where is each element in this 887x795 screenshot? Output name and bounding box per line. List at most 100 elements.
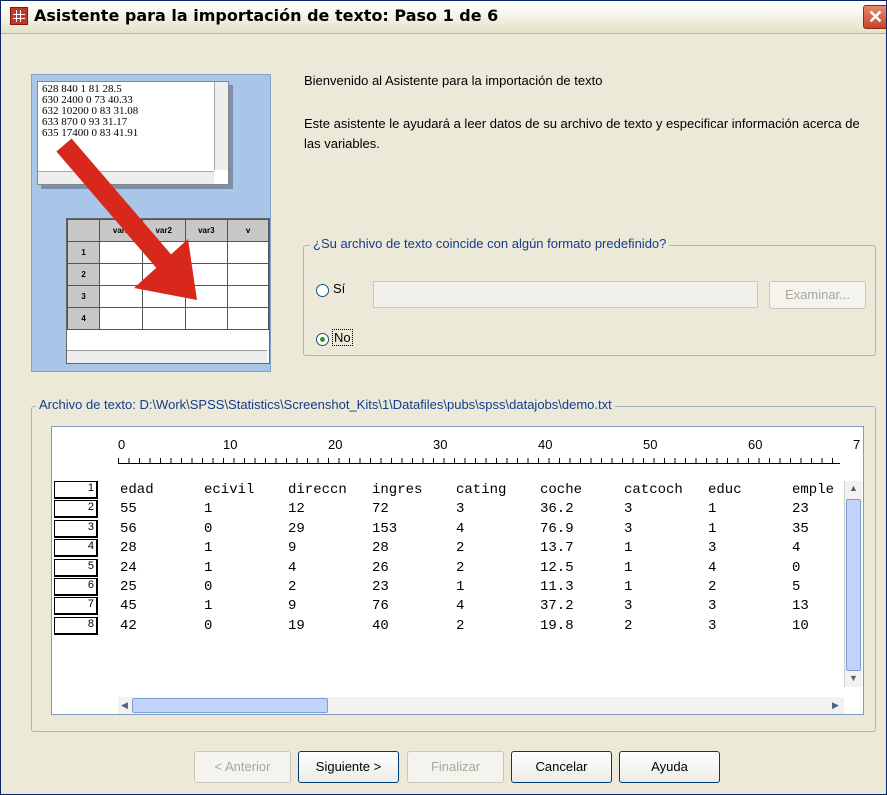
horizontal-scroll-thumb[interactable] (132, 698, 328, 713)
import-wizard-dialog: Asistente para la importación de texto: … (0, 0, 887, 795)
preview-cell: 3 (624, 501, 633, 518)
description-text: Este asistente le ayudará a leer datos d… (304, 116, 860, 151)
preview-cell: 28 (372, 540, 389, 557)
preview-cell: 10 (792, 617, 809, 634)
preview-cell: 3 (624, 520, 633, 537)
preview-cell: 3 (456, 501, 465, 518)
preview-cell: edad (120, 482, 154, 498)
preview-cell: 2 (624, 617, 633, 634)
next-button[interactable]: Siguiente > (298, 751, 399, 783)
row-number: 3 (54, 519, 98, 538)
preview-cell: emple (792, 482, 835, 498)
ruler-baseline (118, 463, 840, 464)
preview-cell: 0 (792, 559, 801, 576)
preview-vertical-scrollbar[interactable]: ▲ ▼ (844, 481, 862, 687)
preview-row: 8 42 0 19 40 2 19.8 2 3 10 (52, 616, 863, 636)
preview-cell: 42 (120, 617, 137, 634)
preview-cell: 76.9 (540, 520, 574, 537)
preview-cell: 23 (372, 579, 389, 595)
preview-cell: 1 (708, 520, 717, 537)
preview-cell: 1 (456, 579, 465, 595)
cancel-button[interactable]: Cancelar (511, 751, 612, 783)
row-number: 5 (54, 558, 98, 577)
preview-cell: 1 (204, 598, 213, 615)
preview-cell: 2 (288, 579, 297, 595)
ruler-number: 7 (853, 437, 861, 452)
no-label: No (332, 329, 353, 346)
preview-cell: cating (456, 482, 507, 498)
preview-cell: 55 (120, 501, 137, 518)
preview-cell: 11.3 (540, 579, 574, 595)
preview-cell: 72 (372, 501, 389, 518)
title-bar[interactable]: Asistente para la importación de texto: … (1, 1, 886, 34)
preview-row: 6 25 0 2 23 1 11.3 1 2 5 (52, 578, 863, 597)
preview-row: 4 28 1 9 28 2 13.7 1 3 4 (52, 539, 863, 558)
finish-button: Finalizar (407, 751, 504, 783)
preview-cell: 3 (708, 540, 717, 557)
text-file-legend: Archivo de texto: D:\Work\SPSS\Statistic… (36, 397, 615, 412)
preview-cell: catcoch (624, 482, 683, 498)
row-number: 8 (54, 616, 98, 635)
help-button[interactable]: Ayuda (619, 751, 720, 783)
preview-cell: 1 (204, 559, 213, 576)
preview-cell: 153 (372, 520, 398, 537)
preview-cell: 1 (204, 540, 213, 557)
preview-cell: 35 (792, 520, 809, 537)
preview-cell: 9 (288, 598, 297, 615)
preview-cell: 26 (372, 559, 389, 576)
preview-cell: 2 (456, 540, 465, 557)
preview-cell: 5 (792, 579, 801, 595)
preview-cell: ecivil (204, 482, 255, 498)
preview-cell: 1 (708, 501, 717, 518)
close-button[interactable]: ✕ (863, 5, 886, 29)
predefined-format-legend: ¿Su archivo de texto coincide con algún … (310, 236, 670, 251)
preview-cell: 19.8 (540, 617, 574, 634)
preview-cell: 12 (288, 501, 305, 518)
preview-cell: 29 (288, 520, 305, 537)
ruler-number: 10 (223, 437, 238, 452)
row-number: 4 (54, 539, 98, 558)
row-number: 7 (54, 597, 98, 616)
preview-cell: 45 (120, 598, 137, 615)
preview-cell: 76 (372, 598, 389, 615)
preview-row: 7 45 1 9 76 4 37.2 3 3 13 (52, 597, 863, 616)
preview-cell: 2 (456, 559, 465, 576)
preview-cell: 4 (288, 559, 297, 576)
preview-row: 2 55 1 12 72 3 36.2 3 1 23 (52, 500, 863, 519)
ruler-number: 60 (748, 437, 763, 452)
yes-radio[interactable] (316, 284, 329, 297)
welcome-text: Bienvenido al Asistente para la importac… (304, 73, 603, 88)
preview-cell: 28 (120, 540, 137, 557)
preview-cell: ingres (372, 482, 423, 498)
preview-cell: 40 (372, 617, 389, 634)
wizard-illustration: 628 840 1 81 28.5 630 2400 0 73 40.33 632 … (31, 74, 271, 372)
scroll-down-icon[interactable]: ▼ (849, 673, 858, 683)
vertical-scroll-thumb[interactable] (846, 499, 861, 671)
preview-cell: 4 (792, 540, 801, 557)
column-ruler: 0 10 20 30 40 50 60 7 (118, 437, 860, 457)
scroll-right-icon[interactable]: ▶ (832, 700, 839, 711)
row-number: 1 (54, 481, 98, 499)
preview-cell: 23 (792, 501, 809, 518)
preview-cell: 2 (708, 579, 717, 595)
ruler-number: 40 (538, 437, 553, 452)
preview-cell: 3 (708, 617, 717, 634)
preview-cell: 4 (456, 598, 465, 615)
preview-cell: 2 (456, 617, 465, 634)
ruler-number: 50 (643, 437, 658, 452)
no-radio[interactable] (316, 333, 329, 346)
preview-cell: 4 (708, 559, 717, 576)
scroll-left-icon[interactable]: ◀ (121, 700, 128, 711)
preview-cell: 56 (120, 520, 137, 537)
preview-cell: 1 (624, 579, 633, 595)
preview-cell: 1 (624, 540, 633, 557)
red-arrow-icon (56, 138, 197, 300)
preview-cell: 13 (792, 598, 809, 615)
preview-cell: 4 (456, 520, 465, 537)
preview-horizontal-scrollbar[interactable]: ◀ ▶ (118, 697, 844, 714)
preview-cell: 24 (120, 559, 137, 576)
preview-cell: 36.2 (540, 501, 574, 518)
row-number: 6 (54, 578, 98, 596)
scroll-up-icon[interactable]: ▲ (849, 483, 858, 493)
yes-label: Sí (333, 281, 346, 296)
